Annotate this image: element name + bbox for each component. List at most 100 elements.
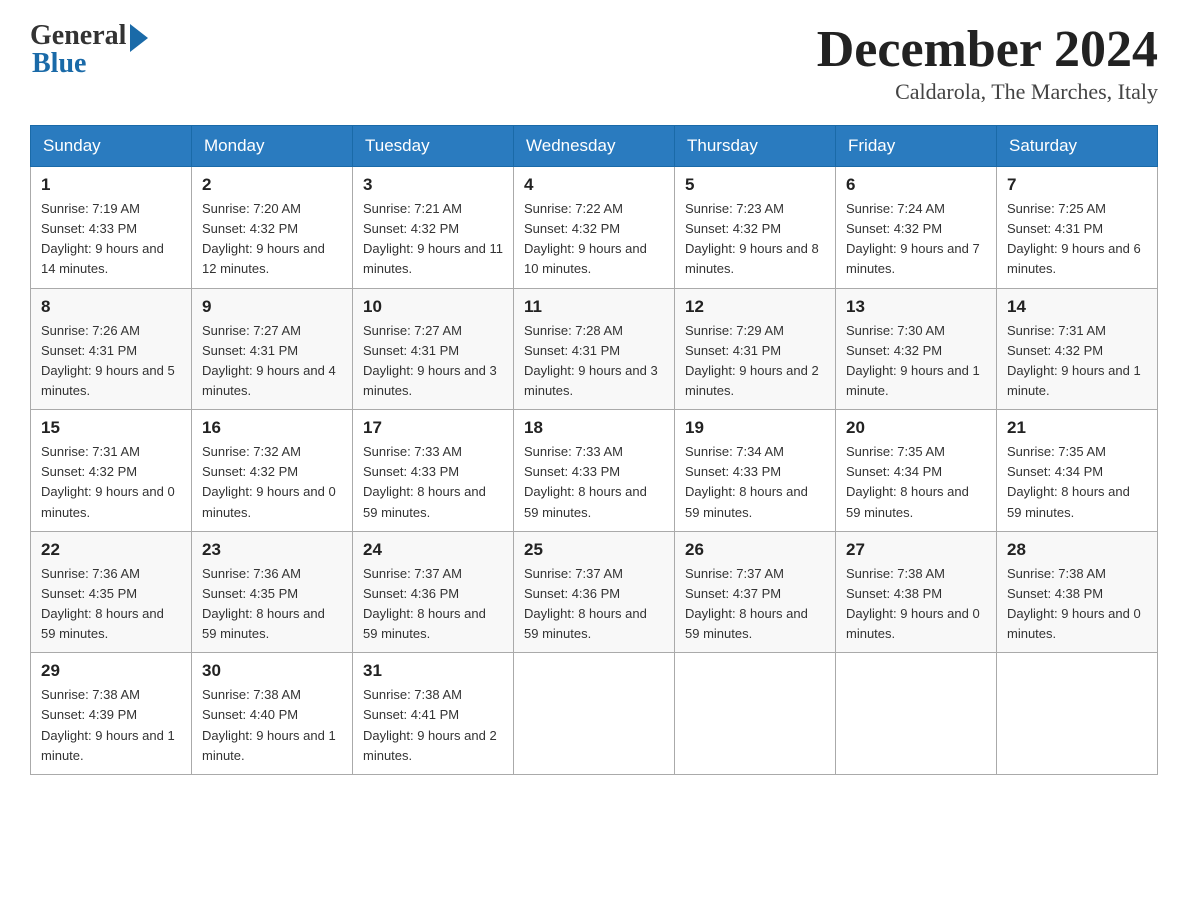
day-info: Sunrise: 7:38 AM Sunset: 4:39 PM Dayligh… bbox=[41, 685, 181, 766]
calendar-cell: 19 Sunrise: 7:34 AM Sunset: 4:33 PM Dayl… bbox=[675, 410, 836, 532]
day-info: Sunrise: 7:33 AM Sunset: 4:33 PM Dayligh… bbox=[363, 442, 503, 523]
day-number: 8 bbox=[41, 297, 181, 317]
calendar-cell: 12 Sunrise: 7:29 AM Sunset: 4:31 PM Dayl… bbox=[675, 288, 836, 410]
calendar-cell: 22 Sunrise: 7:36 AM Sunset: 4:35 PM Dayl… bbox=[31, 531, 192, 653]
calendar-cell: 7 Sunrise: 7:25 AM Sunset: 4:31 PM Dayli… bbox=[997, 167, 1158, 289]
day-info: Sunrise: 7:27 AM Sunset: 4:31 PM Dayligh… bbox=[363, 321, 503, 402]
day-info: Sunrise: 7:35 AM Sunset: 4:34 PM Dayligh… bbox=[846, 442, 986, 523]
day-number: 7 bbox=[1007, 175, 1147, 195]
day-info: Sunrise: 7:31 AM Sunset: 4:32 PM Dayligh… bbox=[1007, 321, 1147, 402]
calendar-cell: 17 Sunrise: 7:33 AM Sunset: 4:33 PM Dayl… bbox=[353, 410, 514, 532]
day-info: Sunrise: 7:38 AM Sunset: 4:40 PM Dayligh… bbox=[202, 685, 342, 766]
day-number: 3 bbox=[363, 175, 503, 195]
location-title: Caldarola, The Marches, Italy bbox=[817, 79, 1158, 105]
day-number: 14 bbox=[1007, 297, 1147, 317]
calendar-cell: 13 Sunrise: 7:30 AM Sunset: 4:32 PM Dayl… bbox=[836, 288, 997, 410]
calendar-cell bbox=[997, 653, 1158, 775]
column-header-wednesday: Wednesday bbox=[514, 126, 675, 167]
calendar-cell: 6 Sunrise: 7:24 AM Sunset: 4:32 PM Dayli… bbox=[836, 167, 997, 289]
day-info: Sunrise: 7:26 AM Sunset: 4:31 PM Dayligh… bbox=[41, 321, 181, 402]
day-number: 9 bbox=[202, 297, 342, 317]
calendar-cell: 30 Sunrise: 7:38 AM Sunset: 4:40 PM Dayl… bbox=[192, 653, 353, 775]
calendar-cell bbox=[836, 653, 997, 775]
day-number: 24 bbox=[363, 540, 503, 560]
calendar-header-row: SundayMondayTuesdayWednesdayThursdayFrid… bbox=[31, 126, 1158, 167]
day-info: Sunrise: 7:27 AM Sunset: 4:31 PM Dayligh… bbox=[202, 321, 342, 402]
month-title: December 2024 bbox=[817, 20, 1158, 79]
day-number: 4 bbox=[524, 175, 664, 195]
calendar-cell: 4 Sunrise: 7:22 AM Sunset: 4:32 PM Dayli… bbox=[514, 167, 675, 289]
day-info: Sunrise: 7:31 AM Sunset: 4:32 PM Dayligh… bbox=[41, 442, 181, 523]
day-info: Sunrise: 7:36 AM Sunset: 4:35 PM Dayligh… bbox=[41, 564, 181, 645]
day-number: 28 bbox=[1007, 540, 1147, 560]
calendar-cell: 1 Sunrise: 7:19 AM Sunset: 4:33 PM Dayli… bbox=[31, 167, 192, 289]
calendar-cell: 16 Sunrise: 7:32 AM Sunset: 4:32 PM Dayl… bbox=[192, 410, 353, 532]
column-header-thursday: Thursday bbox=[675, 126, 836, 167]
day-info: Sunrise: 7:34 AM Sunset: 4:33 PM Dayligh… bbox=[685, 442, 825, 523]
column-header-sunday: Sunday bbox=[31, 126, 192, 167]
calendar-cell: 29 Sunrise: 7:38 AM Sunset: 4:39 PM Dayl… bbox=[31, 653, 192, 775]
calendar-cell: 15 Sunrise: 7:31 AM Sunset: 4:32 PM Dayl… bbox=[31, 410, 192, 532]
day-info: Sunrise: 7:19 AM Sunset: 4:33 PM Dayligh… bbox=[41, 199, 181, 280]
day-info: Sunrise: 7:37 AM Sunset: 4:36 PM Dayligh… bbox=[524, 564, 664, 645]
day-number: 30 bbox=[202, 661, 342, 681]
calendar-cell: 23 Sunrise: 7:36 AM Sunset: 4:35 PM Dayl… bbox=[192, 531, 353, 653]
calendar-cell: 18 Sunrise: 7:33 AM Sunset: 4:33 PM Dayl… bbox=[514, 410, 675, 532]
day-number: 13 bbox=[846, 297, 986, 317]
calendar-cell bbox=[514, 653, 675, 775]
day-number: 22 bbox=[41, 540, 181, 560]
day-info: Sunrise: 7:30 AM Sunset: 4:32 PM Dayligh… bbox=[846, 321, 986, 402]
day-info: Sunrise: 7:24 AM Sunset: 4:32 PM Dayligh… bbox=[846, 199, 986, 280]
day-number: 31 bbox=[363, 661, 503, 681]
page-header: General Blue December 2024 Caldarola, Th… bbox=[30, 20, 1158, 105]
title-section: December 2024 Caldarola, The Marches, It… bbox=[817, 20, 1158, 105]
week-row-2: 8 Sunrise: 7:26 AM Sunset: 4:31 PM Dayli… bbox=[31, 288, 1158, 410]
week-row-1: 1 Sunrise: 7:19 AM Sunset: 4:33 PM Dayli… bbox=[31, 167, 1158, 289]
day-info: Sunrise: 7:20 AM Sunset: 4:32 PM Dayligh… bbox=[202, 199, 342, 280]
calendar-cell: 26 Sunrise: 7:37 AM Sunset: 4:37 PM Dayl… bbox=[675, 531, 836, 653]
calendar-cell: 2 Sunrise: 7:20 AM Sunset: 4:32 PM Dayli… bbox=[192, 167, 353, 289]
day-info: Sunrise: 7:37 AM Sunset: 4:36 PM Dayligh… bbox=[363, 564, 503, 645]
column-header-monday: Monday bbox=[192, 126, 353, 167]
calendar-cell: 14 Sunrise: 7:31 AM Sunset: 4:32 PM Dayl… bbox=[997, 288, 1158, 410]
day-info: Sunrise: 7:32 AM Sunset: 4:32 PM Dayligh… bbox=[202, 442, 342, 523]
calendar-cell: 20 Sunrise: 7:35 AM Sunset: 4:34 PM Dayl… bbox=[836, 410, 997, 532]
day-number: 23 bbox=[202, 540, 342, 560]
day-number: 26 bbox=[685, 540, 825, 560]
day-number: 12 bbox=[685, 297, 825, 317]
day-number: 6 bbox=[846, 175, 986, 195]
week-row-5: 29 Sunrise: 7:38 AM Sunset: 4:39 PM Dayl… bbox=[31, 653, 1158, 775]
day-info: Sunrise: 7:29 AM Sunset: 4:31 PM Dayligh… bbox=[685, 321, 825, 402]
day-info: Sunrise: 7:38 AM Sunset: 4:38 PM Dayligh… bbox=[846, 564, 986, 645]
week-row-4: 22 Sunrise: 7:36 AM Sunset: 4:35 PM Dayl… bbox=[31, 531, 1158, 653]
day-info: Sunrise: 7:23 AM Sunset: 4:32 PM Dayligh… bbox=[685, 199, 825, 280]
logo-arrow-icon bbox=[130, 24, 148, 52]
day-info: Sunrise: 7:28 AM Sunset: 4:31 PM Dayligh… bbox=[524, 321, 664, 402]
calendar-cell: 5 Sunrise: 7:23 AM Sunset: 4:32 PM Dayli… bbox=[675, 167, 836, 289]
column-header-tuesday: Tuesday bbox=[353, 126, 514, 167]
day-info: Sunrise: 7:38 AM Sunset: 4:41 PM Dayligh… bbox=[363, 685, 503, 766]
calendar-cell: 24 Sunrise: 7:37 AM Sunset: 4:36 PM Dayl… bbox=[353, 531, 514, 653]
day-number: 11 bbox=[524, 297, 664, 317]
calendar-cell: 31 Sunrise: 7:38 AM Sunset: 4:41 PM Dayl… bbox=[353, 653, 514, 775]
calendar-cell: 8 Sunrise: 7:26 AM Sunset: 4:31 PM Dayli… bbox=[31, 288, 192, 410]
day-info: Sunrise: 7:36 AM Sunset: 4:35 PM Dayligh… bbox=[202, 564, 342, 645]
day-info: Sunrise: 7:25 AM Sunset: 4:31 PM Dayligh… bbox=[1007, 199, 1147, 280]
day-info: Sunrise: 7:22 AM Sunset: 4:32 PM Dayligh… bbox=[524, 199, 664, 280]
day-info: Sunrise: 7:35 AM Sunset: 4:34 PM Dayligh… bbox=[1007, 442, 1147, 523]
calendar-cell: 25 Sunrise: 7:37 AM Sunset: 4:36 PM Dayl… bbox=[514, 531, 675, 653]
calendar-cell: 10 Sunrise: 7:27 AM Sunset: 4:31 PM Dayl… bbox=[353, 288, 514, 410]
day-info: Sunrise: 7:21 AM Sunset: 4:32 PM Dayligh… bbox=[363, 199, 503, 280]
day-number: 27 bbox=[846, 540, 986, 560]
day-number: 15 bbox=[41, 418, 181, 438]
calendar-cell: 9 Sunrise: 7:27 AM Sunset: 4:31 PM Dayli… bbox=[192, 288, 353, 410]
calendar-cell: 28 Sunrise: 7:38 AM Sunset: 4:38 PM Dayl… bbox=[997, 531, 1158, 653]
day-number: 17 bbox=[363, 418, 503, 438]
week-row-3: 15 Sunrise: 7:31 AM Sunset: 4:32 PM Dayl… bbox=[31, 410, 1158, 532]
column-header-friday: Friday bbox=[836, 126, 997, 167]
day-info: Sunrise: 7:33 AM Sunset: 4:33 PM Dayligh… bbox=[524, 442, 664, 523]
calendar-cell: 3 Sunrise: 7:21 AM Sunset: 4:32 PM Dayli… bbox=[353, 167, 514, 289]
logo-blue-text: Blue bbox=[32, 48, 86, 80]
day-number: 1 bbox=[41, 175, 181, 195]
day-number: 29 bbox=[41, 661, 181, 681]
